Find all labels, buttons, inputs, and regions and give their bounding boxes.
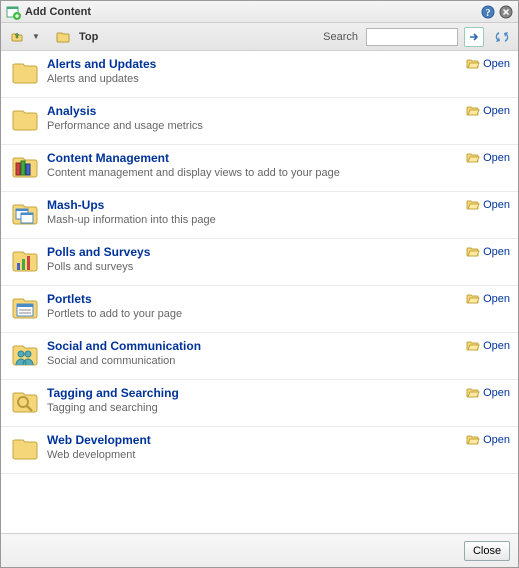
list-item: Web Development Web development Open xyxy=(1,427,518,474)
toolbar: ▼ Top Search xyxy=(1,23,518,51)
open-label: Open xyxy=(483,105,510,117)
open-label: Open xyxy=(483,387,510,399)
category-icon xyxy=(9,339,41,371)
category-title-link[interactable]: Portlets xyxy=(47,292,92,306)
open-action[interactable]: Open xyxy=(466,386,510,418)
category-icon xyxy=(9,433,41,465)
open-action[interactable]: Open xyxy=(466,433,510,465)
folder-open-icon xyxy=(466,340,480,355)
list-item: Mash-Ups Mash-up information into this pa… xyxy=(1,192,518,239)
close-button[interactable]: Close xyxy=(464,541,510,561)
open-label: Open xyxy=(483,199,510,211)
folder-open-icon xyxy=(466,152,480,167)
folder-open-icon xyxy=(466,199,480,214)
open-label: Open xyxy=(483,340,510,352)
category-icon xyxy=(9,292,41,324)
dialog-icon xyxy=(5,4,21,20)
list-item: Tagging and Searching Tagging and searchi… xyxy=(1,380,518,427)
open-action[interactable]: Open xyxy=(466,198,510,230)
category-title-link[interactable]: Analysis xyxy=(47,104,96,118)
category-description: Content management and display views to … xyxy=(47,167,466,179)
open-label: Open xyxy=(483,152,510,164)
list-item: Polls and Surveys Polls and surveys Open xyxy=(1,239,518,286)
category-icon xyxy=(9,151,41,183)
up-split[interactable]: ▼ xyxy=(31,27,41,47)
titlebar: Add Content ? xyxy=(1,1,518,23)
list-item: Analysis Performance and usage metrics Ope… xyxy=(1,98,518,145)
add-content-dialog: Add Content ? ▼ Top Search Alerts and Up… xyxy=(0,0,519,568)
category-icon xyxy=(9,198,41,230)
content-list: Alerts and Updates Alerts and updates Open… xyxy=(1,51,518,533)
open-action[interactable]: Open xyxy=(466,245,510,277)
list-item: Content Management Content management and… xyxy=(1,145,518,192)
list-item: Alerts and Updates Alerts and updates Open xyxy=(1,51,518,98)
category-icon xyxy=(9,386,41,418)
category-title-link[interactable]: Web Development xyxy=(47,433,151,447)
category-description: Social and communication xyxy=(47,355,466,367)
open-label: Open xyxy=(483,246,510,258)
category-title-link[interactable]: Tagging and Searching xyxy=(47,386,179,400)
footer: Close xyxy=(1,533,518,567)
category-description: Portlets to add to your page xyxy=(47,308,466,320)
search-label: Search xyxy=(323,31,358,43)
category-description: Web development xyxy=(47,449,466,461)
list-item: Portlets Portlets to add to your page Open xyxy=(1,286,518,333)
close-icon-button[interactable] xyxy=(498,4,514,20)
svg-text:?: ? xyxy=(486,8,491,19)
category-description: Alerts and updates xyxy=(47,73,466,85)
open-label: Open xyxy=(483,293,510,305)
open-action[interactable]: Open xyxy=(466,292,510,324)
list-item: Social and Communication Social and commu… xyxy=(1,333,518,380)
folder-open-icon xyxy=(466,387,480,402)
folder-open-icon xyxy=(466,58,480,73)
category-description: Tagging and searching xyxy=(47,402,466,414)
open-action[interactable]: Open xyxy=(466,339,510,371)
category-title-link[interactable]: Social and Communication xyxy=(47,339,201,353)
open-action[interactable]: Open xyxy=(466,57,510,89)
category-description: Mash-up information into this page xyxy=(47,214,466,226)
category-title-link[interactable]: Alerts and Updates xyxy=(47,57,156,71)
category-description: Polls and surveys xyxy=(47,261,466,273)
category-title-link[interactable]: Polls and Surveys xyxy=(47,245,150,259)
category-title-link[interactable]: Mash-Ups xyxy=(47,198,104,212)
open-label: Open xyxy=(483,434,510,446)
category-title-link[interactable]: Content Management xyxy=(47,151,169,165)
category-description: Performance and usage metrics xyxy=(47,120,466,132)
search-input[interactable] xyxy=(366,28,458,46)
help-button[interactable]: ? xyxy=(480,4,496,20)
folder-open-icon xyxy=(466,293,480,308)
refresh-button[interactable] xyxy=(492,27,512,47)
category-icon xyxy=(9,245,41,277)
open-label: Open xyxy=(483,58,510,70)
top-folder-button[interactable] xyxy=(53,27,73,47)
up-button[interactable] xyxy=(7,27,27,47)
breadcrumb-top[interactable]: Top xyxy=(79,31,98,43)
folder-open-icon xyxy=(466,434,480,449)
category-icon xyxy=(9,57,41,89)
open-action[interactable]: Open xyxy=(466,151,510,183)
search-go-button[interactable] xyxy=(464,27,484,47)
folder-open-icon xyxy=(466,105,480,120)
category-icon xyxy=(9,104,41,136)
folder-open-icon xyxy=(466,246,480,261)
open-action[interactable]: Open xyxy=(466,104,510,136)
dialog-title: Add Content xyxy=(25,6,478,18)
